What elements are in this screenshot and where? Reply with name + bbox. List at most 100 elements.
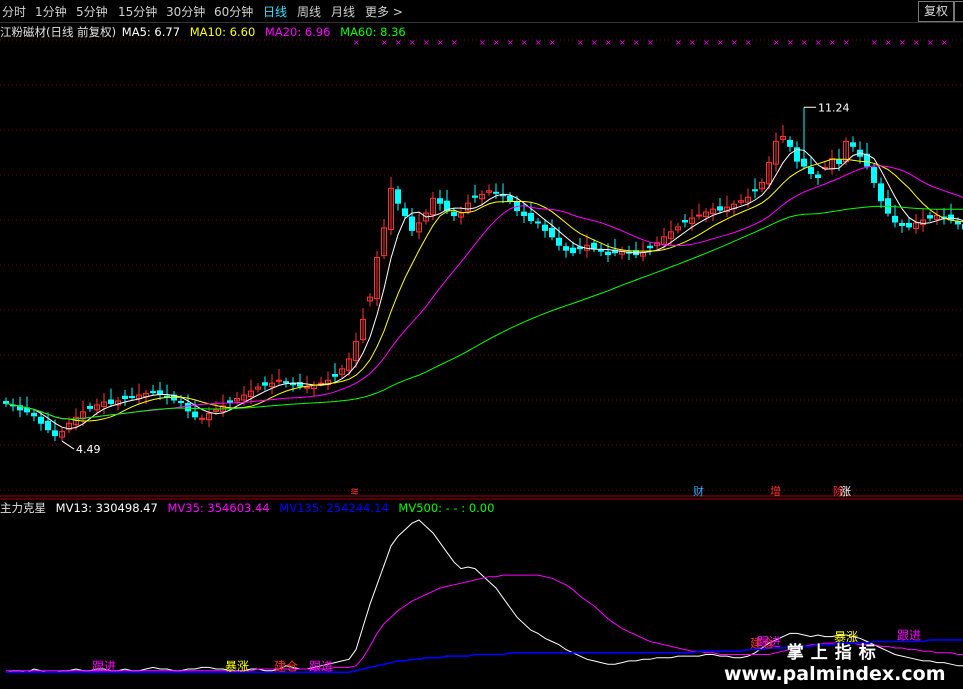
top-marker: × [591,38,598,47]
top-marker: × [353,38,360,47]
top-marker: × [717,38,724,47]
candle-body [402,208,408,217]
candle-body [472,195,478,198]
top-marker: × [451,38,458,47]
candle-body [199,417,205,420]
candle-body [696,214,702,217]
watermark-cn: 掌上指标 [786,643,883,663]
candle-body [409,216,415,231]
candle-body [528,213,534,221]
candle-body [31,412,37,417]
candle-body [507,195,513,202]
top-marker: × [703,38,710,47]
watermark-url: www.palmindex.com [724,663,946,685]
top-marker: × [801,38,808,47]
candle-body [570,247,576,254]
ma5-line [5,149,963,430]
top-marker: × [633,38,640,47]
candle-body [927,215,933,219]
candle-body [556,237,562,246]
candle-body [682,219,688,223]
top-marker: × [549,38,556,47]
candle-body [836,159,842,165]
candle-body [192,411,198,418]
candle-body [892,215,898,223]
top-marker: × [423,38,430,47]
price-annotation-low: 4.49 [76,443,101,456]
candle-body [276,379,282,382]
top-marker: × [689,38,696,47]
top-marker: × [409,38,416,47]
top-marker: × [745,38,752,47]
top-marker: × [521,38,528,47]
candle-body [647,245,653,249]
top-marker: × [913,38,920,47]
candle-body [871,167,877,183]
candle-body [752,189,758,192]
top-marker: × [535,38,542,47]
candle-body [52,430,58,437]
top-marker: × [843,38,850,47]
top-marker: × [479,38,486,47]
candle-body [304,386,310,389]
candle-body [717,206,723,211]
signal-label: 跟进 [92,659,116,673]
candle-body [563,246,569,251]
candle-body [451,211,457,217]
ma20-line [5,165,963,420]
candle-body [3,400,9,404]
candle-body [815,174,821,178]
candle-body [38,416,44,424]
top-marker: × [507,38,514,47]
candle-body [850,142,856,147]
candle-body [283,381,289,384]
top-marker: × [927,38,934,47]
top-marker: × [829,38,836,47]
event-marker: 财 [693,484,704,498]
top-marker: × [619,38,626,47]
candle-body [437,198,443,204]
candle-body [878,183,884,202]
candle-body [787,139,793,147]
event-marker: 涨 [840,485,851,498]
top-marker: × [605,38,612,47]
top-marker: × [899,38,906,47]
candle-body [542,224,548,231]
price-annotation-high: 11.24 [818,101,850,114]
candle-body [150,391,156,394]
candle-body [262,382,268,386]
candle-body [605,251,611,256]
signal-label: 跟进 [309,659,333,673]
top-marker: × [493,38,500,47]
event-marker: 增 [770,484,781,498]
watermark: 掌上指标 www.palmindex.com [724,638,946,685]
candle-body [591,242,597,250]
top-marker: × [885,38,892,47]
candle-body [899,222,905,226]
candle-body [598,249,604,252]
candle-body [521,211,527,217]
candle-body [395,189,401,204]
candle-body [493,191,499,194]
candle-body [801,158,807,167]
candle-body [45,420,51,431]
top-marker: × [647,38,654,47]
candle-body [87,405,93,409]
ma60-line [5,205,963,420]
top-marker: × [437,38,444,47]
top-marker: × [787,38,794,47]
kline-chart[interactable]: 4.4911.24≋ 财增除涨× × × × × × × × × × × × × × × × × × × × × × × × × ×… [0,0,963,689]
event-marker: ≋ [350,485,359,498]
top-marker: × [773,38,780,47]
top-marker: × [675,38,682,47]
candle-body [808,167,814,175]
candle-body [332,373,338,377]
top-marker: × [731,38,738,47]
top-marker: × [941,38,948,47]
candle-body [129,396,135,399]
candle-body [549,227,555,238]
candle-body [108,399,114,404]
candle-body [178,400,184,403]
signal-label: 建仓 [274,659,298,673]
top-marker: × [395,38,402,47]
